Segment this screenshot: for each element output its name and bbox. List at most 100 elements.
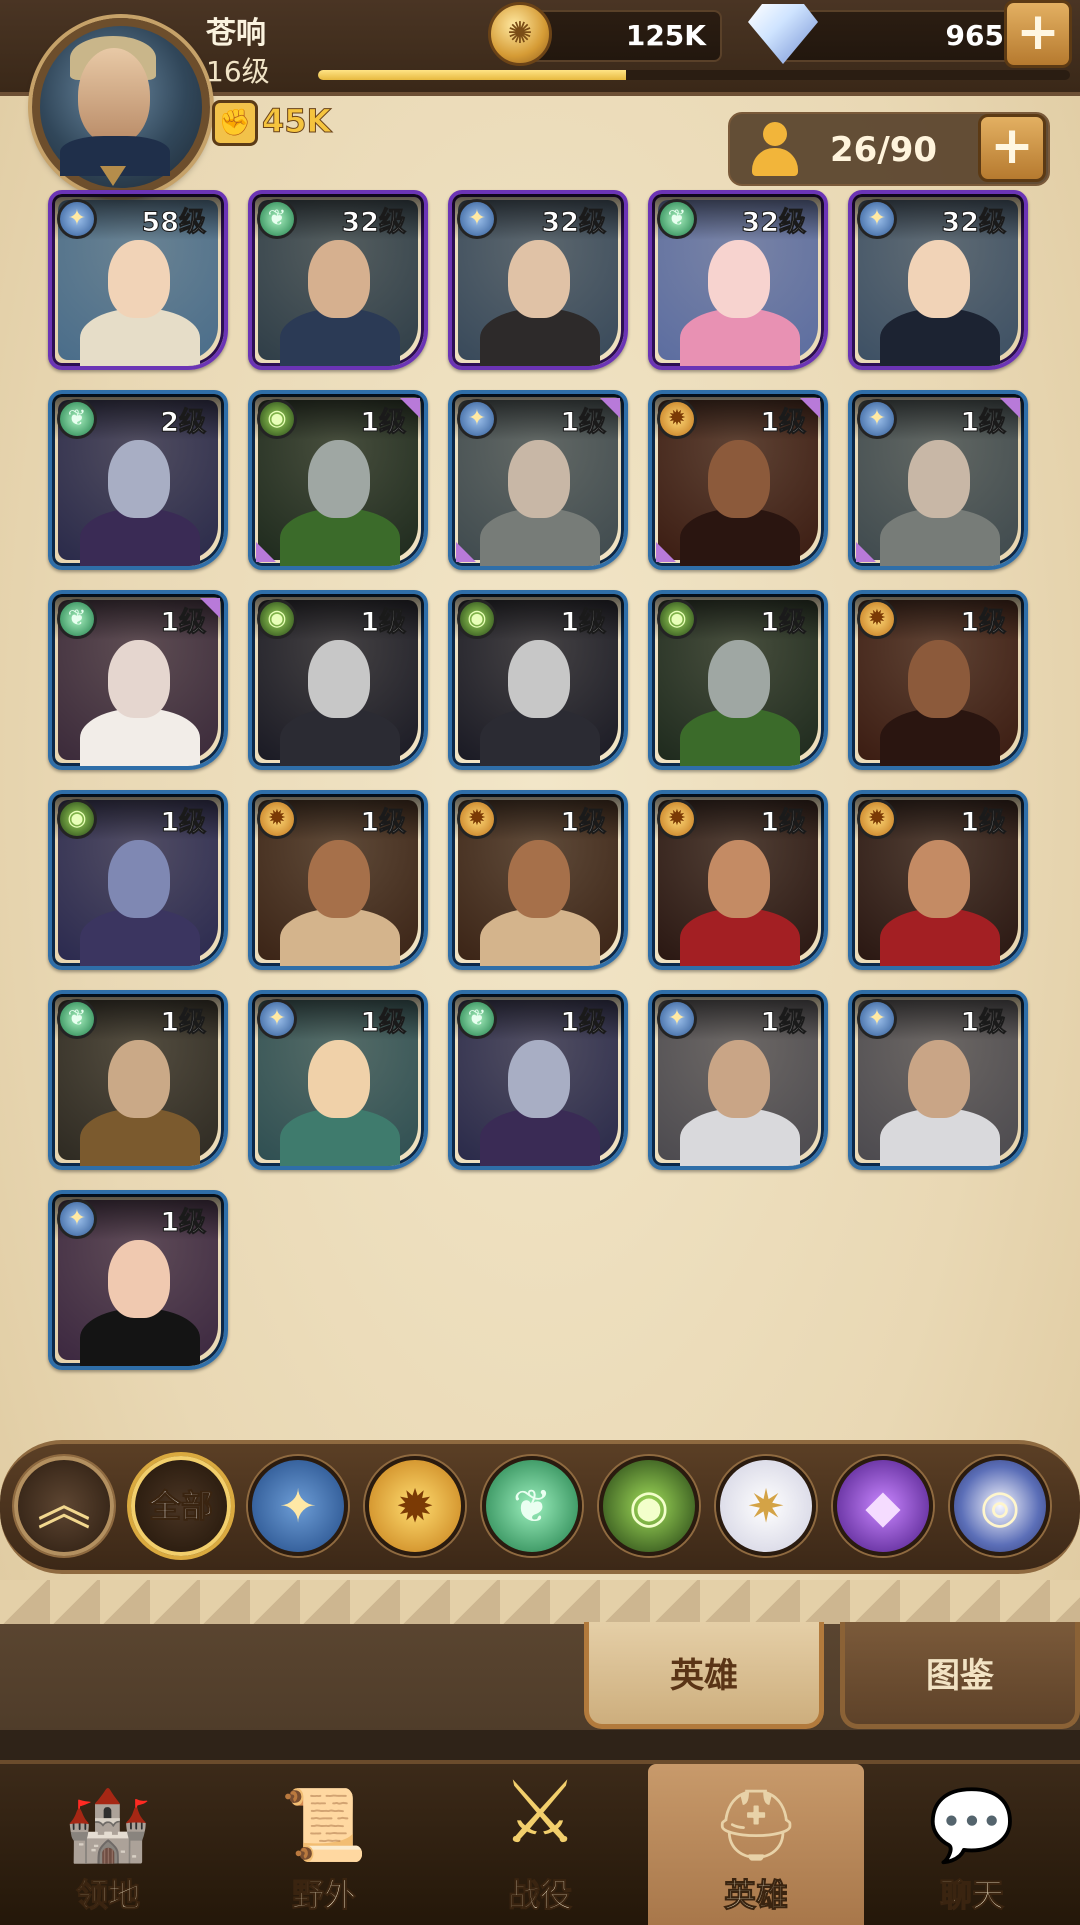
hero-level: 1级 <box>560 1007 607 1039</box>
hero-card[interactable]: ✹ 1级 <box>848 790 1028 970</box>
dark-faction-icon: ◉ <box>257 599 297 639</box>
hero-level: 58级 <box>141 207 207 239</box>
hero-capacity-value: 26/90 <box>830 130 938 170</box>
hero-card[interactable]: ✹ 1级 <box>648 790 828 970</box>
filter-light-button[interactable]: ✦ <box>248 1456 348 1556</box>
hero-level: 1级 <box>160 607 207 639</box>
hero-level: 1级 <box>560 607 607 639</box>
hero-card[interactable]: ◉ 1级 <box>248 590 428 770</box>
dark-faction-icon: ◉ <box>657 599 697 639</box>
castle-icon: 🏰 <box>64 1784 152 1866</box>
filter-dark-button[interactable]: ◉ <box>599 1456 699 1556</box>
nav-heroes[interactable]: ⛑ 英雄 <box>648 1764 864 1925</box>
holy-faction-icon: ✷ <box>746 1479 786 1533</box>
ground-strip <box>0 1730 1080 1760</box>
filter-fire-button[interactable]: ✹ <box>365 1456 465 1556</box>
nav-territory-label: 领地 <box>75 1876 140 1915</box>
fire-faction-icon: ✹ <box>857 799 897 839</box>
hero-card[interactable]: ❦ 32级 <box>248 190 428 370</box>
hero-card[interactable]: ✦ 1级 <box>848 390 1028 570</box>
hero-portrait-head <box>708 840 770 918</box>
hero-level: 1级 <box>960 407 1007 439</box>
celestial-faction-icon: ◎ <box>979 1479 1021 1533</box>
hero-card[interactable]: ❦ 1级 <box>48 990 228 1170</box>
hero-card[interactable]: ✦ 1级 <box>448 390 628 570</box>
hero-card[interactable]: ◉ 1级 <box>48 790 228 970</box>
hero-card[interactable]: ✹ 1级 <box>248 790 428 970</box>
fire-faction-icon: ✹ <box>257 799 297 839</box>
expand-capacity-button[interactable]: + <box>978 114 1046 182</box>
hero-portrait-head <box>908 1040 970 1118</box>
hero-card[interactable]: ◉ 1级 <box>248 390 428 570</box>
hero-portrait-head <box>908 440 970 518</box>
nav-heroes-label: 英雄 <box>723 1876 788 1915</box>
fire-faction-icon: ✹ <box>657 799 697 839</box>
battle-sword-icon: ⚔ <box>501 1763 579 1863</box>
nav-chat-label: 聊天 <box>939 1876 1004 1915</box>
tab-codex-label: 图鉴 <box>926 1656 994 1696</box>
hero-portrait-head <box>308 440 370 518</box>
light-faction-icon: ✦ <box>657 999 697 1039</box>
hero-level: 1级 <box>560 407 607 439</box>
light-faction-icon: ✦ <box>57 1199 97 1239</box>
helmet-icon: ⛑ <box>711 1784 801 1866</box>
map-scroll-icon: 📜 <box>280 1784 368 1866</box>
tab-codex[interactable]: 图鉴 <box>840 1622 1080 1729</box>
hero-card[interactable]: ✦ 1级 <box>248 990 428 1170</box>
hero-card[interactable]: ❦ 1级 <box>448 990 628 1170</box>
tab-heroes[interactable]: 英雄 <box>584 1622 824 1729</box>
hero-level: 1级 <box>760 607 807 639</box>
hero-card[interactable]: ✹ 1级 <box>648 390 828 570</box>
hero-card[interactable]: ✹ 1级 <box>448 790 628 970</box>
filter-holy-button[interactable]: ✷ <box>716 1456 816 1556</box>
filter-void-button[interactable]: ◆ <box>833 1456 933 1556</box>
collapse-button[interactable]: ︽ <box>14 1456 114 1556</box>
hero-card[interactable]: ◉ 1级 <box>448 590 628 770</box>
filter-celestial-button[interactable]: ◎ <box>950 1456 1050 1556</box>
nav-territory[interactable]: 🏰 领地 <box>0 1764 216 1925</box>
nav-campaign[interactable]: ⚔ 战役 <box>432 1764 648 1925</box>
hero-card[interactable]: ◉ 1级 <box>648 590 828 770</box>
hero-card[interactable]: ✦ 1级 <box>848 990 1028 1170</box>
hero-card[interactable]: ✦ 1级 <box>648 990 828 1170</box>
player-avatar[interactable] <box>32 18 210 196</box>
nav-wilderness[interactable]: 📜 野外 <box>216 1764 432 1925</box>
hero-portrait-head <box>508 840 570 918</box>
fire-faction-icon: ✹ <box>457 799 497 839</box>
player-name: 苍响 <box>206 16 266 51</box>
bottom-nav: 🏰 领地 📜 野外 ⚔ 战役 ⛑ 英雄 💬 聊天 <box>0 1760 1080 1925</box>
dark-faction-icon: ◉ <box>57 799 97 839</box>
nav-chat[interactable]: 💬 聊天 <box>864 1764 1080 1925</box>
person-icon <box>750 122 800 176</box>
hero-portrait-head <box>508 1040 570 1118</box>
nature-faction-icon: ❦ <box>57 399 97 439</box>
filter-nature-button[interactable]: ❦ <box>482 1456 582 1556</box>
hero-portrait-head <box>708 1040 770 1118</box>
nature-faction-icon: ❦ <box>512 1479 552 1533</box>
hero-level: 1级 <box>760 1007 807 1039</box>
hero-card[interactable]: ✦ 32级 <box>448 190 628 370</box>
hero-portrait-head <box>108 1040 170 1118</box>
hero-card[interactable]: ❦ 32级 <box>648 190 828 370</box>
hero-card[interactable]: ✹ 1级 <box>848 590 1028 770</box>
filter-all-button[interactable]: 全部 <box>131 1456 231 1556</box>
light-faction-icon: ✦ <box>278 1479 318 1533</box>
hero-card[interactable]: ✦ 32级 <box>848 190 1028 370</box>
gold-value: 125K <box>625 19 706 52</box>
combat-power-value: 45K <box>261 102 332 141</box>
add-diamonds-button[interactable]: + <box>1004 0 1072 68</box>
hero-level: 1级 <box>360 407 407 439</box>
xp-bar <box>318 70 1070 80</box>
hero-card[interactable]: ❦ 2级 <box>48 390 228 570</box>
hero-portrait-head <box>708 440 770 518</box>
hero-card[interactable]: ✦ 1级 <box>48 1190 228 1370</box>
fire-faction-icon: ✹ <box>395 1479 435 1533</box>
light-faction-icon: ✦ <box>857 399 897 439</box>
hero-level: 1级 <box>960 807 1007 839</box>
hero-card[interactable]: ❦ 1级 <box>48 590 228 770</box>
tab-heroes-label: 英雄 <box>670 1656 738 1696</box>
faction-filter-bar: ︽ 全部 ✦ ✹ ❦ ◉ ✷ ◆ ◎ <box>0 1440 1080 1574</box>
gold-coin-icon: ✺ <box>488 2 552 66</box>
hero-card[interactable]: ✦ 58级 <box>48 190 228 370</box>
hero-level: 1级 <box>360 607 407 639</box>
